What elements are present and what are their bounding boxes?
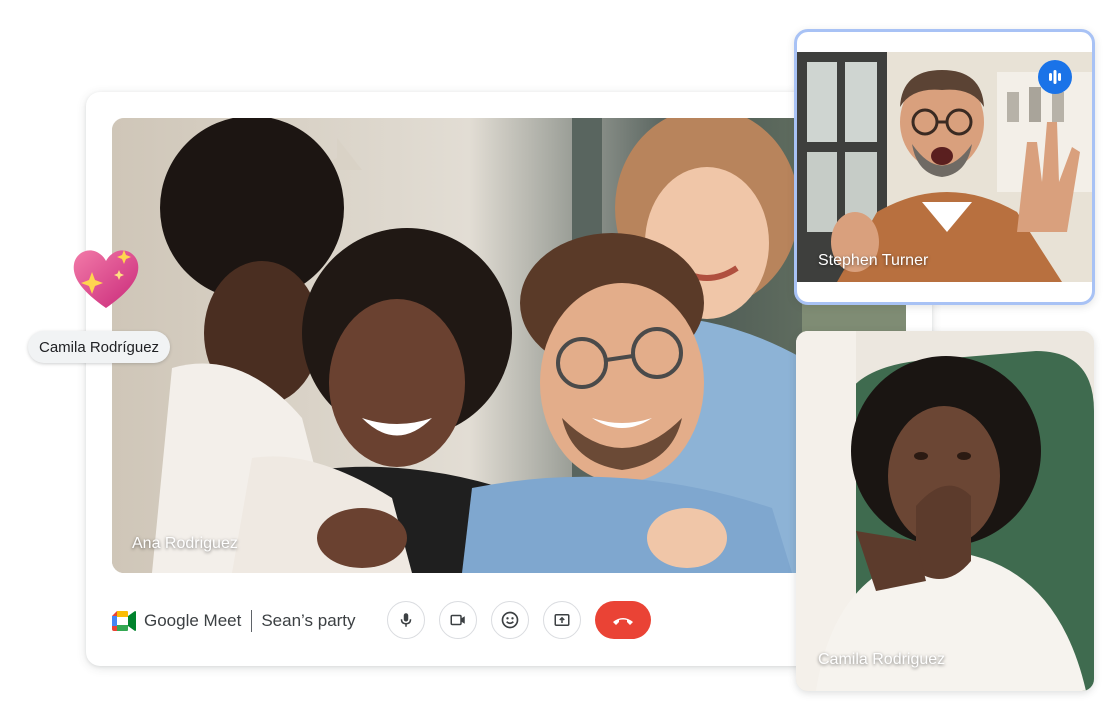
reactions-button[interactable] — [491, 601, 529, 639]
main-video-image — [112, 118, 906, 573]
reaction-sender-chip: Camila Rodríguez — [28, 331, 171, 363]
present-screen-icon — [554, 614, 570, 626]
app-name: Google Meet — [144, 611, 242, 630]
participant-tile-camila[interactable]: Camila Rodriguez — [796, 331, 1094, 691]
emoji-reaction-icon — [501, 611, 519, 629]
present-screen-button[interactable] — [543, 601, 581, 639]
main-video-feed[interactable]: Ana Rodriguez — [112, 118, 906, 573]
camera-button[interactable] — [439, 601, 477, 639]
camera-icon — [450, 614, 465, 626]
meeting-name: Sean’s party — [261, 611, 356, 630]
meeting-info: Google Meet Sean’s party — [112, 606, 356, 636]
speaking-indicator — [1038, 60, 1072, 94]
sparkling-heart-icon — [73, 250, 139, 308]
brand-divider — [251, 610, 253, 632]
stephen-participant-name: Stephen Turner — [818, 252, 929, 269]
main-participant-name: Ana Rodriguez — [132, 535, 238, 552]
microphone-button[interactable] — [387, 601, 425, 639]
camila-participant-name: Camila Rodriguez — [818, 651, 946, 668]
camila-video-image — [796, 331, 1094, 691]
end-call-button[interactable] — [595, 601, 651, 639]
end-call-icon — [613, 618, 633, 625]
microphone-icon — [400, 613, 412, 627]
audio-level-icon — [1049, 70, 1061, 84]
google-meet-logo-icon — [112, 611, 136, 631]
